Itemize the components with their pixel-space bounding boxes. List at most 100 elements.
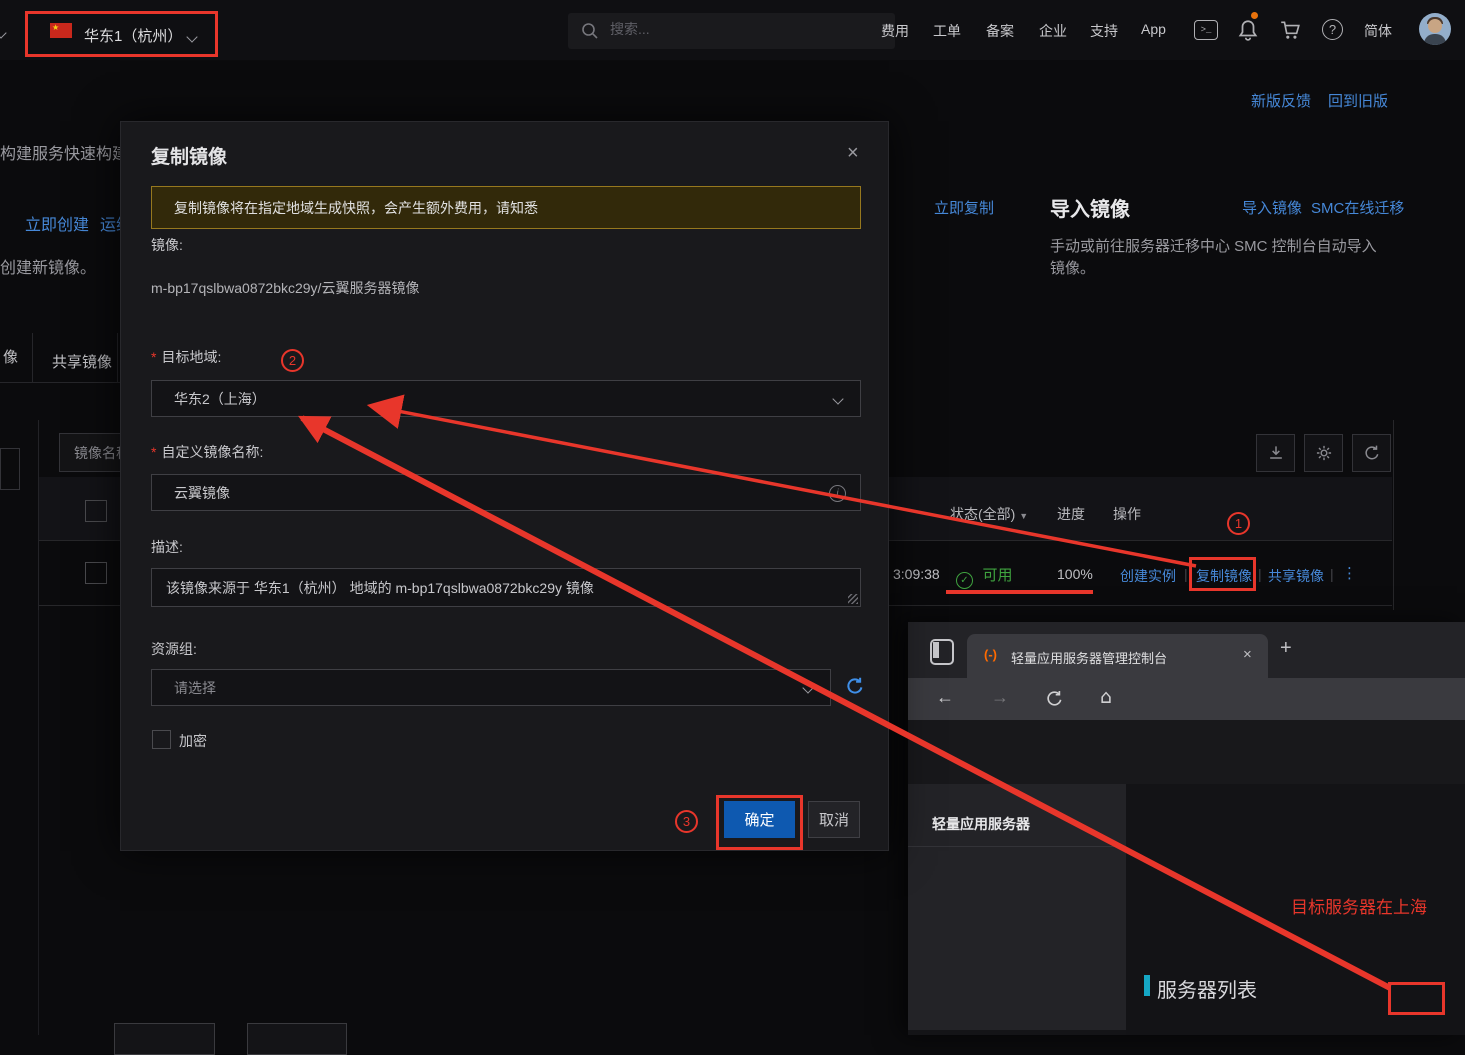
tab-close-icon[interactable]: × — [1243, 646, 1252, 663]
console-header: (-) 阿里云 ⌂ 工作台 — [908, 720, 1465, 784]
bottom-button-2[interactable] — [247, 1023, 347, 1055]
cancel-button[interactable]: 取消 — [808, 801, 860, 838]
refresh-icon — [1362, 443, 1382, 463]
global-search[interactable] — [568, 13, 895, 49]
encrypt-checkbox[interactable] — [152, 730, 171, 749]
encrypt-label: 加密 — [179, 731, 207, 751]
back-icon[interactable]: ← — [936, 687, 954, 708]
back-to-old-link[interactable]: 回到旧版 — [1328, 90, 1388, 111]
more-actions-icon[interactable]: ⋮ — [1342, 564, 1357, 582]
notification-dot — [1251, 12, 1258, 19]
status-underline — [946, 590, 1093, 594]
close-icon[interactable]: × — [847, 142, 859, 165]
browser-window: (-) 轻量应用服务器管理控制台 × + ← → ⌂ https://swas.… — [908, 622, 1465, 1035]
console-page-title: 服务器列表 — [1157, 974, 1257, 1003]
dialog-title: 复制镜像 — [151, 142, 227, 169]
annotation-badge-2: 2 — [281, 349, 304, 372]
annotation-badge-1: 1 — [1227, 512, 1250, 535]
language-toggle[interactable]: 简体 — [1364, 21, 1392, 41]
column-status[interactable]: 状态(全部) ▼ — [950, 504, 1028, 524]
import-image-title: 导入镜像 — [1050, 193, 1130, 222]
target-region-select[interactable]: 华东2（上海） — [151, 380, 861, 417]
tab-overview-icon[interactable] — [930, 639, 954, 665]
top-bar: ★ 华东1（杭州） 费用 工单 备案 企业 支持 App >_ ? 简体 — [0, 0, 1465, 60]
topnav-support[interactable]: 支持 — [1090, 21, 1118, 41]
topnav-tickets[interactable]: 工单 — [933, 21, 961, 41]
region-selector-annotation-box[interactable]: ★ 华东1（杭州） — [25, 11, 218, 57]
refresh-button[interactable] — [1352, 434, 1391, 472]
create-now-link[interactable]: 立即创建 — [25, 211, 89, 235]
feedback-link[interactable]: 新版反馈 — [1251, 90, 1311, 111]
sidebar-item-server-list[interactable]: 服务器列表 — [908, 1030, 1126, 1035]
chevron-down-icon — [832, 393, 843, 404]
topnav-app[interactable]: App — [1141, 21, 1166, 37]
bottom-button-1[interactable] — [114, 1023, 215, 1055]
select-all-checkbox[interactable] — [85, 500, 107, 522]
browser-tab[interactable]: (-) 轻量应用服务器管理控制台 × — [967, 634, 1268, 678]
create-instance-link[interactable]: 创建实例 — [1120, 566, 1176, 586]
copy-now-link[interactable]: 立即复制 — [934, 197, 994, 218]
cart-icon[interactable] — [1279, 19, 1301, 41]
target-server-note: 目标服务器在上海 — [1291, 893, 1427, 918]
info-icon[interactable]: i — [829, 485, 846, 502]
target-region-label: *目标地域: — [151, 347, 221, 367]
description-label: 描述: — [151, 537, 183, 557]
image-value: m-bp17qslbwa0872bkc29y/云翼服务器镜像 — [151, 278, 419, 298]
new-tab-icon[interactable]: + — [1280, 637, 1292, 660]
gear-icon — [1314, 443, 1334, 463]
copy-image-dialog: 复制镜像 × 复制镜像将在指定地域生成快照，会产生额外费用，请知悉 镜像: m-… — [120, 121, 889, 851]
topnav-enterprise[interactable]: 企业 — [1039, 21, 1067, 41]
confirm-annotation-box — [716, 795, 803, 850]
tab-custom-image-partial[interactable]: 像 — [3, 346, 18, 367]
warning-text: 复制镜像将在指定地域生成快照，会产生额外费用，请知悉 — [174, 198, 538, 218]
description-textarea[interactable]: 该镜像来源于 华东1（杭州） 地域的 m-bp17qslbwa0872bkc29… — [151, 568, 861, 607]
region-chevron-down-icon — [188, 28, 196, 46]
resource-group-placeholder: 请选择 — [174, 678, 216, 698]
share-image-link[interactable]: 共享镜像 — [1268, 566, 1324, 586]
chevron-down-icon — [802, 682, 813, 693]
image-name-input[interactable]: 云翼镜像 i — [151, 474, 861, 511]
settings-button[interactable] — [1304, 434, 1343, 472]
bell-icon[interactable] — [1237, 17, 1259, 43]
description-value: 该镜像来源于 华东1（杭州） 地域的 m-bp17qslbwa0872bkc29… — [166, 578, 594, 598]
sidebar-title: 轻量应用服务器 — [932, 814, 1030, 834]
resource-group-select[interactable]: 请选择 — [151, 669, 831, 706]
aliyun-favicon: (-) — [984, 647, 997, 662]
resource-group-label: 资源组: — [151, 639, 197, 659]
shanghai-annotation-box — [1388, 982, 1445, 1015]
home-icon[interactable]: ⌂ — [1100, 686, 1112, 708]
smc-migrate-link[interactable]: SMC在线迁移 — [1311, 197, 1404, 218]
import-image-desc: 手动或前往服务器迁移中心 SMC 控制台自动导入镜像。 — [1050, 236, 1386, 280]
image-label: 镜像: — [151, 235, 183, 255]
forward-icon[interactable]: → — [991, 687, 1009, 708]
import-image-link[interactable]: 导入镜像 — [1242, 197, 1302, 218]
region-selector-label[interactable]: 华东1（杭州） — [84, 25, 182, 46]
china-flag-icon: ★ — [50, 23, 72, 38]
action-separator: | — [1184, 566, 1188, 582]
check-circle-icon: ✓ — [956, 572, 973, 589]
tab-shared-image[interactable]: 共享镜像 — [52, 351, 112, 372]
copy-image-annotation-box — [1189, 557, 1256, 591]
download-button[interactable] — [1256, 434, 1295, 472]
resize-handle[interactable] — [848, 594, 858, 604]
avatar[interactable] — [1419, 13, 1451, 45]
topnav-billing[interactable]: 费用 — [881, 21, 909, 41]
topnav-icp[interactable]: 备案 — [986, 21, 1014, 41]
image-name-value: 云翼镜像 — [174, 483, 230, 503]
page-refresh-icon[interactable] — [1044, 688, 1065, 709]
help-icon[interactable]: ? — [1322, 19, 1343, 40]
row-checkbox[interactable] — [85, 562, 107, 584]
column-action: 操作 — [1113, 504, 1141, 524]
console-sidebar: 轻量应用服务器 服务器列表 磁盘列表 快照列表 镜像列表 — [908, 784, 1126, 1035]
warning-banner: 复制镜像将在指定地域生成快照，会产生额外费用，请知悉 — [151, 186, 861, 229]
refresh-resource-group-icon[interactable] — [844, 675, 866, 697]
browser-tab-title: 轻量应用服务器管理控制台 — [1011, 648, 1167, 667]
status-badge: ✓ 可用 — [956, 564, 1012, 589]
browser-titlebar: (-) 轻量应用服务器管理控制台 × + — [908, 622, 1465, 678]
collapse-handle[interactable] — [0, 448, 20, 490]
title-marker — [1144, 975, 1150, 996]
search-input[interactable] — [608, 20, 882, 38]
action-separator: | — [1330, 566, 1334, 582]
action-separator: | — [1258, 566, 1262, 582]
terminal-icon[interactable]: >_ — [1194, 20, 1218, 40]
